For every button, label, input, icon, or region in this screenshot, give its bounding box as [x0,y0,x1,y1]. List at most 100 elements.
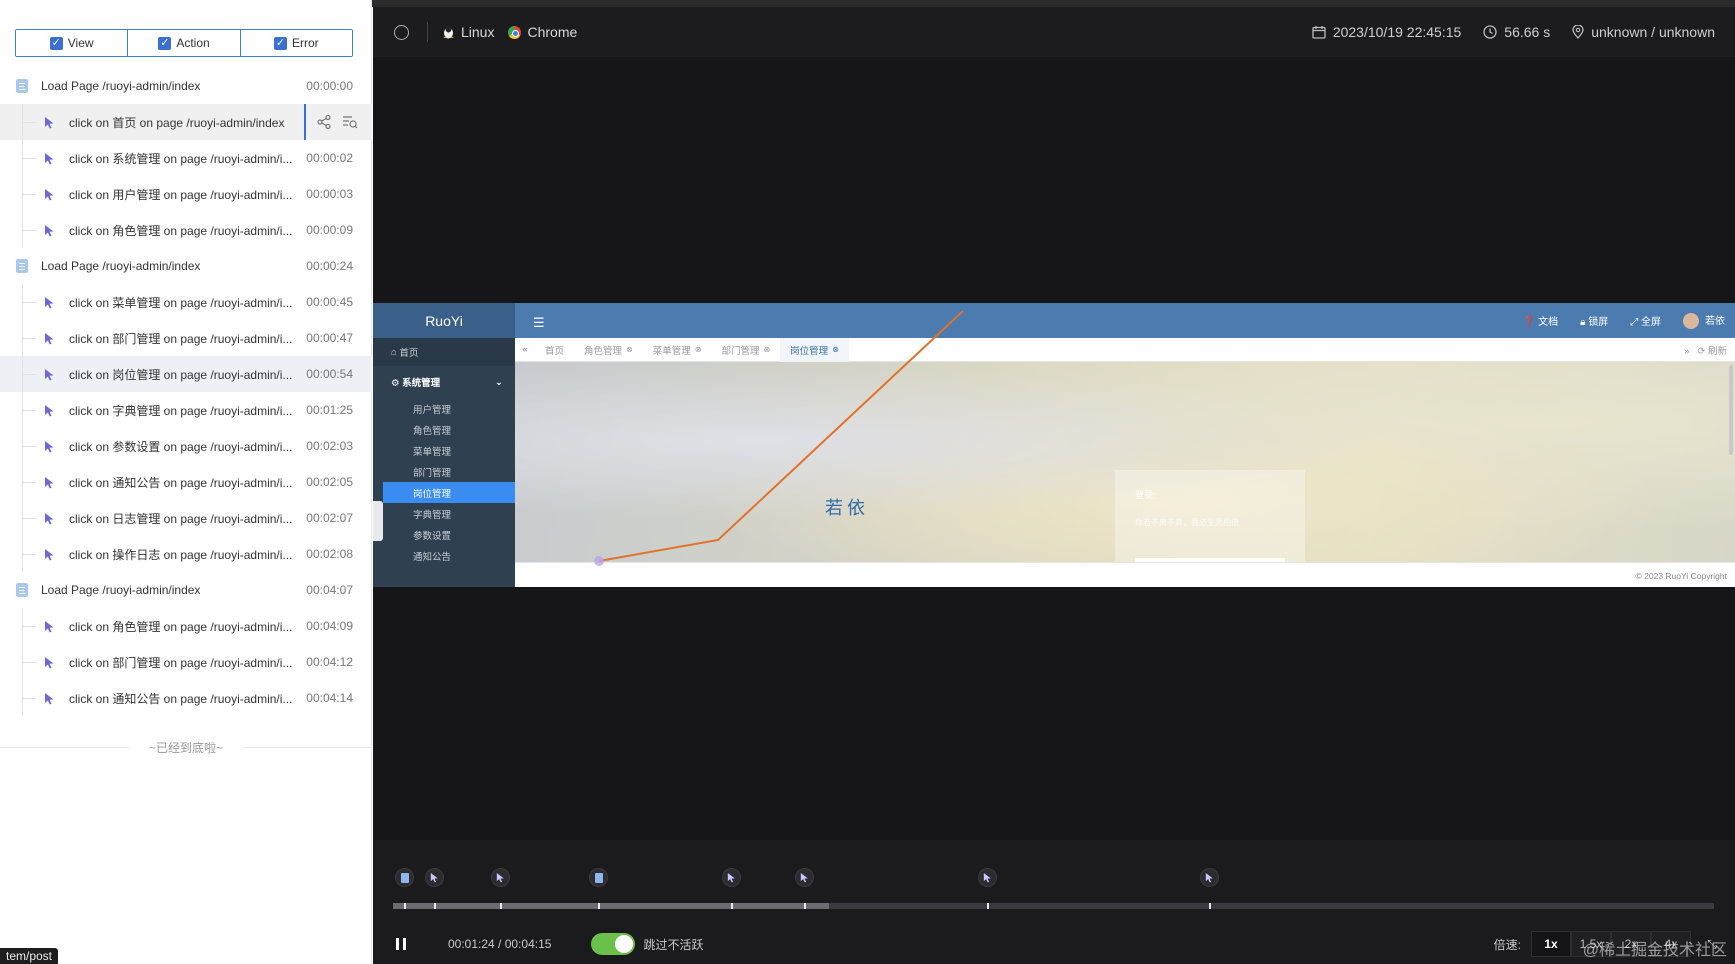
cursor-click-icon [44,332,55,345]
session-meta: 2023/10/19 22:45:15 56.66 s unknown / un… [1312,24,1735,40]
cursor-click-icon [44,224,55,237]
page-document-icon [594,872,603,883]
timeline-page-marker[interactable] [395,868,414,887]
cursor-click-icon [44,116,55,129]
datetime-value: 2023/10/19 22:45:15 [1332,24,1462,40]
event-text: click on 通知公告 on page /ruoyi-admin/i... [69,691,293,706]
filter-error[interactable]: ✓ Error [240,30,352,56]
event-time: 00:00:02 [306,151,353,165]
tree-connector [22,410,36,411]
tree-connector [22,662,36,663]
event-time: 00:04:09 [306,619,353,633]
filter-error-label: Error [291,36,319,50]
tree-connector [22,698,36,699]
event-text: Load Page /ruoyi-admin/index [41,79,201,93]
cursor-click-icon [44,152,55,165]
event-click[interactable]: click on 角色管理 on page /ruoyi-admin/i... 0… [0,608,372,644]
pause-icon[interactable] [396,938,406,950]
session-location: unknown / unknown [1572,24,1715,40]
tree-connector [22,230,36,231]
event-list-panel: ✓ View ✓ Action ✓ Error Load Page /ruoyi… [0,0,372,964]
filter-action-label: Action [176,36,210,50]
event-click[interactable]: click on 部门管理 on page /ruoyi-admin/i... 0… [0,320,372,356]
os-label: Linux [461,24,495,40]
timeline-click-marker[interactable] [722,868,741,887]
cursor-click-icon [430,873,438,883]
page-document-icon [16,583,28,597]
event-click[interactable]: click on 字典管理 on page /ruoyi-admin/i... 0… [0,392,372,428]
inspect-search-icon[interactable] [342,114,358,130]
cursor-click-icon [800,873,808,883]
timeline-click-marker[interactable] [978,868,997,887]
event-click[interactable]: click on 日志管理 on page /ruoyi-admin/i... 0… [0,500,372,536]
tree-connector [22,446,36,447]
cursor-click-icon [44,188,55,201]
event-click[interactable]: click on 系统管理 on page /ruoyi-admin/i... 0… [0,140,372,176]
event-time: 00:02:05 [306,475,353,489]
share-icon[interactable] [316,114,332,130]
timeline-click-marker[interactable] [1200,868,1219,887]
speed-label: 倍速: [1493,937,1521,952]
event-time: 00:04:07 [306,583,353,597]
event-page-load[interactable]: Load Page /ruoyi-admin/index 00:00:00 [0,68,372,104]
cursor-click-icon [1205,873,1213,883]
progress-track[interactable] [393,903,1714,909]
timeline-tick [1209,903,1211,909]
skip-inactive-toggle[interactable] [591,933,636,955]
timeline-click-marker[interactable] [491,868,510,887]
info-icon[interactable] [394,24,409,40]
event-time: 00:00:54 [306,367,353,381]
event-click[interactable]: click on 用户管理 on page /ruoyi-admin/i... 0… [0,176,372,212]
event-click[interactable]: click on 部门管理 on page /ruoyi-admin/i... 0… [0,644,372,680]
status-url-tooltip: tem/post [0,948,59,964]
cursor-click-icon [44,548,55,561]
event-time: 00:02:03 [306,439,353,453]
cursor-click-icon [44,440,55,453]
timeline-tick [804,903,806,909]
timeline-click-marker[interactable] [425,868,444,887]
event-time: 00:00:09 [306,223,353,237]
checkbox-checked-icon[interactable]: ✓ [158,36,172,50]
checkbox-checked-icon[interactable]: ✓ [273,36,287,50]
cursor-click-icon [496,873,504,883]
event-click[interactable]: click on 角色管理 on page /ruoyi-admin/i... 0… [0,212,372,248]
event-text: Load Page /ruoyi-admin/index [41,259,201,273]
player-info-bar: Linux Chrome 2023/10/19 22:45:15 56.66 s… [373,7,1735,57]
event-time: 00:00:00 [306,79,353,93]
tree-connector [22,194,36,195]
event-click[interactable]: click on 参数设置 on page /ruoyi-admin/i... 0… [0,428,372,464]
tree-connector [22,122,36,123]
event-click[interactable]: click on 首页 on page /ruoyi-admin/index [0,104,372,140]
event-list: Load Page /ruoyi-admin/index 00:00:00 clic… [0,68,372,716]
divider [427,22,428,42]
timeline-click-marker[interactable] [795,868,814,887]
event-page-load[interactable]: Load Page /ruoyi-admin/index 00:00:24 [0,248,372,284]
speed-1x[interactable]: 1x [1531,931,1571,957]
event-click[interactable]: click on 通知公告 on page /ruoyi-admin/i... 0… [0,464,372,500]
cursor-click-icon [44,296,55,309]
event-click[interactable]: click on 菜单管理 on page /ruoyi-admin/i... 0… [0,284,372,320]
timeline-page-marker[interactable] [589,868,608,887]
recorded-page-viewport[interactable]: RuoYi ☰ ❓ 文档 🔒︎ 锁屏 ⤢ 全屏 若依 ⌂ 首页 ⚙ 系统管理 ⌄ … [373,303,1735,587]
browser-label: Chrome [527,24,578,40]
timeline-tick [731,903,733,909]
filter-action[interactable]: ✓ Action [128,30,241,56]
event-click[interactable]: click on 通知公告 on page /ruoyi-admin/i... 0… [0,680,372,716]
event-text: click on 日志管理 on page /ruoyi-admin/i... [69,511,293,526]
event-text: click on 角色管理 on page /ruoyi-admin/i... [69,223,293,238]
tree-connector [22,374,36,375]
event-text: click on 菜单管理 on page /ruoyi-admin/i... [69,295,293,310]
event-click[interactable]: click on 岗位管理 on page /ruoyi-admin/i... 0… [0,356,372,392]
cursor-click-icon [727,873,735,883]
cursor-click-icon [44,368,55,381]
cursor-click-icon [44,404,55,417]
event-actions [304,104,372,140]
filter-view[interactable]: ✓ View [16,30,129,56]
event-click[interactable]: click on 操作日志 on page /ruoyi-admin/i... 0… [0,536,372,572]
timeline-tick [987,903,989,909]
event-page-load[interactable]: Load Page /ruoyi-admin/index 00:04:07 [0,572,372,608]
event-filter-group: ✓ View ✓ Action ✓ Error [15,29,353,57]
filter-view-label: View [67,36,94,50]
checkbox-checked-icon[interactable]: ✓ [49,36,63,50]
event-text: click on 用户管理 on page /ruoyi-admin/i... [69,187,293,202]
